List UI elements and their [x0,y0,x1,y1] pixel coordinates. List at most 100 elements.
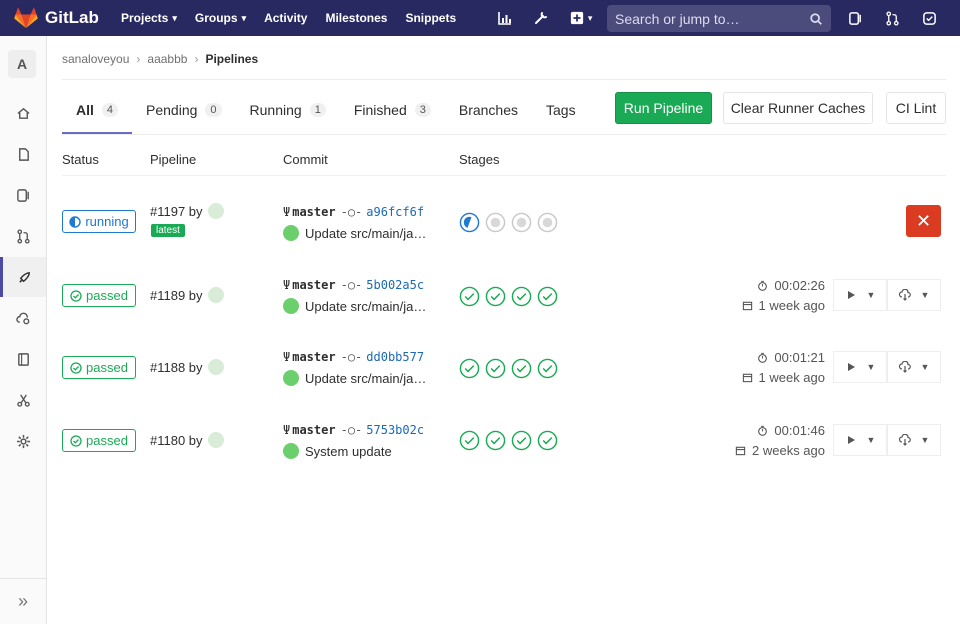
tab-all[interactable]: All 4 [62,86,133,134]
pipeline-id[interactable]: #1189 by [150,287,224,303]
sidebar-item-ci-cd[interactable] [0,257,46,297]
branch-name[interactable]: master [292,205,335,219]
avatar[interactable] [283,225,299,241]
commit-message[interactable]: System update [305,444,392,459]
calendar-icon [735,446,746,456]
tanuki-icon [14,7,38,28]
pipeline-id[interactable]: #1197 by [150,203,224,219]
sidebar-item-settings[interactable] [0,421,46,461]
pipeline-id[interactable]: #1188 by [150,359,224,375]
stage-success-icon[interactable] [459,358,480,379]
tab-branches[interactable]: Branches [445,86,532,134]
stage-success-icon[interactable] [537,430,558,451]
run-pipeline-button[interactable]: Run Pipeline [615,92,712,124]
gitlab-logo[interactable]: GitLab [14,7,114,29]
pipeline-id[interactable]: #1180 by [150,432,224,448]
stage-success-icon[interactable] [511,358,532,379]
stage-success-icon[interactable] [537,358,558,379]
nav-activity[interactable]: Activity [264,11,307,25]
pipeline-actions: ▼ ▼ [833,279,941,311]
commit-message[interactable]: Update src/main/ja… [305,299,426,314]
plus-square-icon[interactable]: ▾ [564,5,598,31]
artifacts-dropdown-button[interactable]: ▼ [887,351,941,383]
cancel-pipeline-button[interactable]: ✕ [906,205,941,237]
tab-tags[interactable]: Tags [532,86,590,134]
timer-icon [758,352,768,363]
sidebar-item-wiki[interactable] [0,339,46,379]
stage-success-icon[interactable] [511,430,532,451]
artifacts-dropdown-button[interactable]: ▼ [887,279,941,311]
search-input[interactable]: Search or jump to… [607,5,831,32]
avatar[interactable] [283,443,299,459]
play-dropdown-button[interactable]: ▼ [833,279,887,311]
branch-name[interactable]: master [292,278,335,292]
stage-success-icon[interactable] [485,430,506,451]
todo-icon[interactable] [919,8,939,28]
commit-title: Update src/main/ja… [283,225,426,241]
sidebar-item-issues[interactable] [0,175,46,215]
divider [62,175,946,176]
commit-message[interactable]: Update src/main/ja… [305,226,426,241]
status-badge[interactable]: passed [62,429,136,452]
avatar[interactable] [283,298,299,314]
avatar[interactable] [283,370,299,386]
commit-message[interactable]: Update src/main/ja… [305,371,426,386]
branch-name[interactable]: master [292,350,335,364]
stage-created-icon[interactable] [537,212,558,233]
avatar[interactable] [207,432,224,448]
stage-success-icon[interactable] [485,286,506,307]
commit-sha[interactable]: a96fcf6f [366,205,424,219]
stage-success-icon[interactable] [485,358,506,379]
avatar[interactable] [207,359,224,375]
wrench-icon[interactable] [528,5,554,31]
sidebar-item-operations[interactable] [0,298,46,338]
breadcrumb-project[interactable]: aaabbb [147,52,187,66]
tab-running[interactable]: Running 1 [236,86,340,134]
tab-finished[interactable]: Finished 3 [340,86,445,134]
avatar[interactable] [207,203,224,219]
commit-sha[interactable]: 5b002a5c [366,278,424,292]
artifacts-dropdown-button[interactable]: ▼ [887,424,941,456]
nav-groups[interactable]: Groups ▾ [195,11,246,25]
stage-created-icon[interactable] [485,212,506,233]
sidebar-item-snippets[interactable] [0,380,46,420]
stages [459,358,563,379]
play-dropdown-button[interactable]: ▼ [833,351,887,383]
avatar[interactable] [207,287,224,303]
project-avatar[interactable]: A [8,50,36,78]
ci-lint-button[interactable]: CI Lint [886,92,946,124]
tab-count: 0 [205,103,222,117]
latest-badge: latest [151,224,185,237]
stage-success-icon[interactable] [511,286,532,307]
commit-sha[interactable]: dd0bb577 [366,350,424,364]
sidebar-item-merge-requests[interactable] [0,216,46,256]
merge-request-icon[interactable] [882,8,902,28]
running-icon [69,215,82,228]
nav-milestones[interactable]: Milestones [325,11,387,25]
branch-name[interactable]: master [292,423,335,437]
nav-snippets[interactable]: Snippets [405,11,456,25]
play-dropdown-button[interactable]: ▼ [833,424,887,456]
stage-success-icon[interactable] [459,286,480,307]
breadcrumb-current[interactable]: Pipelines [205,52,258,66]
book-icon [17,352,29,366]
status-badge[interactable]: passed [62,356,136,379]
sidebar-item-repository[interactable] [0,134,46,174]
commit-icon: -○- [340,278,363,292]
collapse-sidebar-icon[interactable]: » [0,578,46,624]
stage-success-icon[interactable] [537,286,558,307]
header-stages: Stages [459,152,500,167]
status-badge[interactable]: running [62,210,136,233]
chart-icon[interactable] [492,5,518,31]
sidebar-item-overview[interactable] [0,93,46,133]
commit-sha[interactable]: 5753b02c [366,423,424,437]
stage-created-icon[interactable] [511,212,532,233]
nav-projects[interactable]: Projects ▾ [121,11,177,25]
breadcrumb-namespace[interactable]: sanaloveyou [62,52,129,66]
stage-success-icon[interactable] [459,430,480,451]
clear-runner-caches-button[interactable]: Clear Runner Caches [723,92,873,124]
issues-icon[interactable] [845,8,865,28]
status-badge[interactable]: passed [62,284,136,307]
stage-running-icon[interactable] [459,212,480,233]
tab-pending[interactable]: Pending 0 [132,86,236,134]
